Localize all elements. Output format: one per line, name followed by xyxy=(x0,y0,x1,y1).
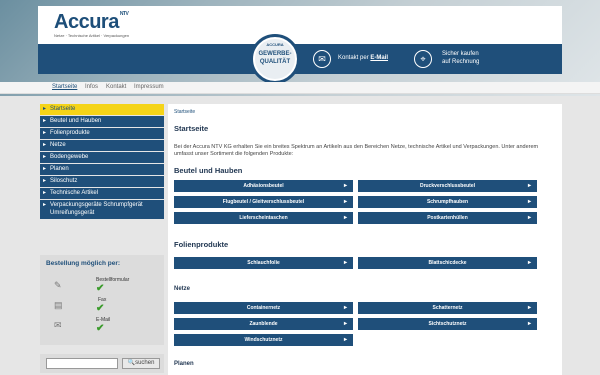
product-button[interactable]: Adhäsionsbeutel xyxy=(174,180,353,192)
topnav-infos[interactable]: Infos xyxy=(85,84,98,90)
sidebar-item-beutel-und-hauben[interactable]: Beutel und Hauben xyxy=(40,116,164,127)
product-button[interactable]: Sichtschutznetz xyxy=(358,318,537,330)
sidebar-item-netze[interactable]: Netze xyxy=(40,140,164,151)
order-method-email: ✉ E-Mail ✔ xyxy=(40,317,164,339)
page-title: Startseite xyxy=(174,124,209,133)
order-methods-box: Bestellung möglich per: ✎ Bestellformula… xyxy=(40,255,164,345)
section-title-beutel-und-hauben: Beutel und Hauben xyxy=(174,166,243,175)
product-button[interactable]: Blattschicdecke xyxy=(358,257,537,269)
search-input[interactable] xyxy=(46,358,118,369)
topnav-impressum[interactable]: Impressum xyxy=(134,84,164,90)
info-bar: ✉ Kontakt per E-Mail ⌖ Sicher kaufen auf… xyxy=(38,44,562,74)
sidebar-item-planen[interactable]: Planen xyxy=(40,164,164,175)
main-content: Startseite Startseite Bei der Accura NTV… xyxy=(168,104,562,375)
sidebar-item-startseite[interactable]: Startseite xyxy=(40,104,164,115)
product-button[interactable]: Druckverschlussbeutel xyxy=(358,180,537,192)
seal-top-text: ACCURA xyxy=(266,42,284,47)
search-button[interactable]: 🔍suchen xyxy=(122,358,160,369)
email-link[interactable]: E-Mail xyxy=(370,55,388,61)
contact-info: Kontakt per E-Mail xyxy=(338,54,388,62)
intro-text: Bei der Accura NTV KG erhalten Sie ein b… xyxy=(174,144,539,157)
payment-line-1: Sicher kaufen xyxy=(442,51,479,57)
product-button[interactable]: Containernetz xyxy=(174,302,353,314)
topnav-startseite[interactable]: Startseite xyxy=(52,84,77,90)
breadcrumb[interactable]: Startseite xyxy=(174,109,195,115)
contact-text: Kontakt per xyxy=(338,55,369,61)
sidebar-item-siloschutz[interactable]: Siloschutz xyxy=(40,176,164,187)
sidebar-item-bodengewebe[interactable]: Bodengewebe xyxy=(40,152,164,163)
logo-subtitle: Netze · Technische Artikel · Verpackunge… xyxy=(54,33,130,38)
mail-icon: ✉ xyxy=(313,50,331,68)
product-button[interactable]: Flugbeutel / Gleitverschlussbeutel xyxy=(174,196,353,208)
product-button[interactable]: Postkartenhüllen xyxy=(358,212,537,224)
envelope-icon: ✉ xyxy=(54,320,62,330)
order-title: Bestellung möglich per: xyxy=(46,260,121,267)
search-box: 🔍suchen xyxy=(40,354,164,373)
logo-tag: NTV xyxy=(119,11,129,17)
sidebar-menu: Startseite Beutel und Hauben Folienprodu… xyxy=(40,104,164,220)
topnav-kontakt[interactable]: Kontakt xyxy=(106,84,126,90)
section-title-netze: Netze xyxy=(174,286,191,292)
section-title-folienprodukte: Folienprodukte xyxy=(174,240,229,249)
sidebar-item-technische-artikel[interactable]: Technische Artikel xyxy=(40,188,164,199)
top-navigation: Startseite Infos Kontakt Impressum xyxy=(0,82,600,94)
seal-line-1: GEWERBE- xyxy=(258,51,292,57)
checkmark-icon: ✔ xyxy=(96,303,105,314)
order-method-fax: ▤ Fax ✔ xyxy=(40,297,164,319)
product-button[interactable]: Schatternetz xyxy=(358,302,537,314)
product-button[interactable]: Schrumpfhauben xyxy=(358,196,537,208)
order-method-form: ✎ Bestellformular ✔ xyxy=(40,277,164,299)
site-header: AccuraNTV Netze · Technische Artikel · V… xyxy=(38,6,562,44)
sidebar-item-verpackungsgeraete[interactable]: Verpackungsgeräte Schrumpfgerät Umreifun… xyxy=(40,200,164,219)
logo[interactable]: AccuraNTV xyxy=(54,11,129,34)
quality-seal: ACCURA GEWERBE- QUALITÄT xyxy=(250,34,300,84)
product-button[interactable]: Windschutznetz xyxy=(174,334,353,346)
fax-icon: ▤ xyxy=(54,300,63,310)
payment-info: Sicher kaufen auf Rechnung xyxy=(442,50,479,66)
logo-text: Accura xyxy=(54,11,119,33)
payment-line-2: auf Rechnung xyxy=(442,59,480,65)
sidebar-item-folienprodukte[interactable]: Folienprodukte xyxy=(40,128,164,139)
checkmark-icon: ✔ xyxy=(96,323,105,334)
pen-icon: ✎ xyxy=(54,280,62,290)
search-button-label: suchen xyxy=(135,360,155,366)
product-button[interactable]: Lieferscheintaschen xyxy=(174,212,353,224)
checkmark-icon: ✔ xyxy=(96,283,105,294)
location-pin-icon: ⌖ xyxy=(414,50,432,68)
product-button[interactable]: Schlauchfolie xyxy=(174,257,353,269)
product-button[interactable]: Zaunblende xyxy=(174,318,353,330)
seal-line-2: QUALITÄT xyxy=(259,59,291,65)
section-title-planen: Planen xyxy=(174,361,194,367)
